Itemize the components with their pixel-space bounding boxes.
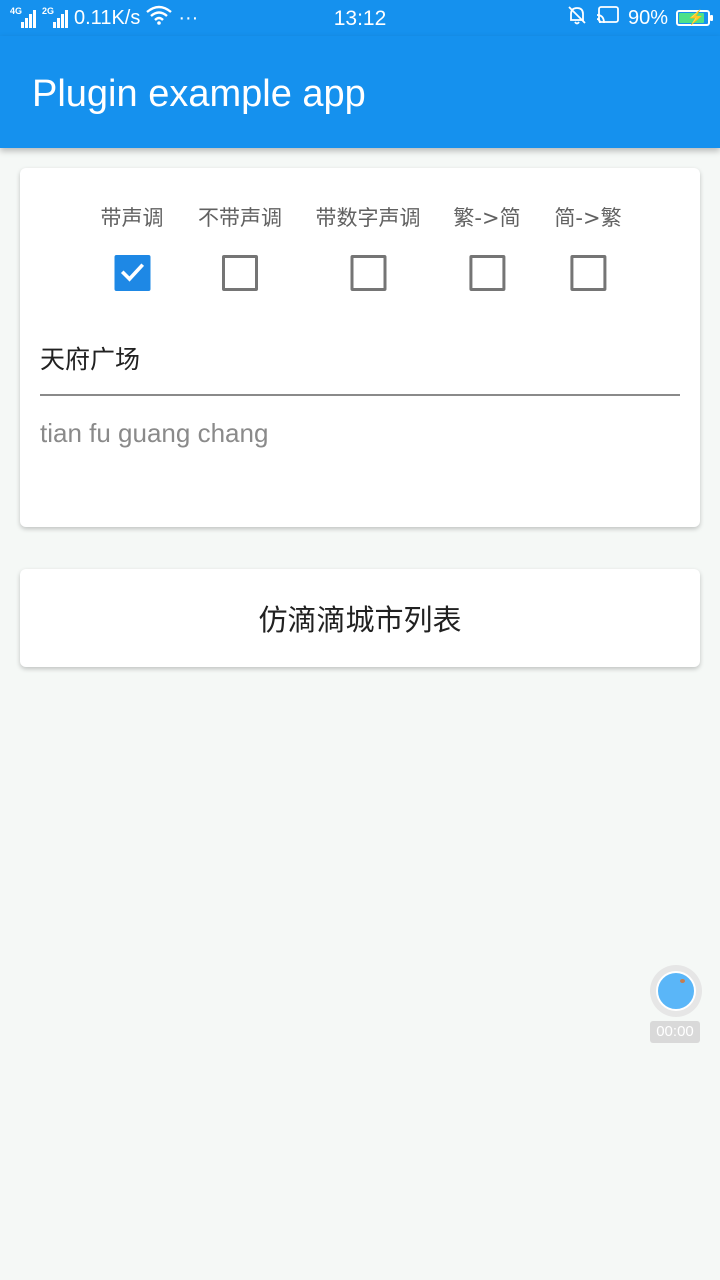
battery-charging-icon: ⚡: [676, 9, 713, 26]
input-underline: [40, 394, 680, 396]
option-label: 简->繁: [554, 206, 622, 230]
screen-recorder-widget[interactable]: 00:00: [650, 965, 702, 1043]
city-list-button[interactable]: 仿滴滴城市列表: [20, 569, 700, 667]
option-label: 不带声调: [198, 206, 282, 230]
city-list-button-label: 仿滴滴城市列表: [258, 603, 462, 637]
option-trad-to-simp: 繁->简: [453, 198, 521, 291]
checkbox-trad-to-simp[interactable]: [469, 255, 505, 291]
recorder-time: 00:00: [650, 1021, 700, 1043]
option-label: 带数字声调: [315, 206, 421, 230]
pinyin-options-card: 带声调 不带声调 带数字声调 繁->简 简->繁 天府广场 tian fu gu…: [20, 168, 700, 527]
option-label: 带声调: [100, 206, 164, 230]
app-bar: Plugin example app: [0, 36, 720, 148]
status-bar: 4G 2G 0.11K/s ··· 13:12 90% ⚡: [0, 0, 720, 36]
checkbox-without-tone[interactable]: [222, 255, 258, 291]
option-label: 繁->简: [453, 206, 521, 230]
chinese-text-input[interactable]: 天府广场: [40, 340, 140, 376]
battery-percent: 90%: [627, 6, 668, 29]
option-without-tone: 不带声调: [198, 198, 282, 291]
status-right: 90% ⚡: [566, 0, 713, 36]
cast-icon: [596, 5, 620, 31]
option-numeric-tone: 带数字声调: [316, 198, 421, 291]
option-simp-to-trad: 简->繁: [554, 198, 622, 291]
app-title: Plugin example app: [32, 73, 366, 115]
bell-off-icon: [566, 4, 588, 32]
checkbox-numeric-tone[interactable]: [350, 255, 386, 291]
checkbox-with-tone[interactable]: [114, 255, 150, 291]
checkbox-simp-to-trad[interactable]: [570, 255, 606, 291]
record-icon[interactable]: [650, 965, 702, 1017]
option-with-tone: 带声调: [101, 198, 164, 291]
pinyin-result: tian fu guang chang: [40, 418, 269, 448]
